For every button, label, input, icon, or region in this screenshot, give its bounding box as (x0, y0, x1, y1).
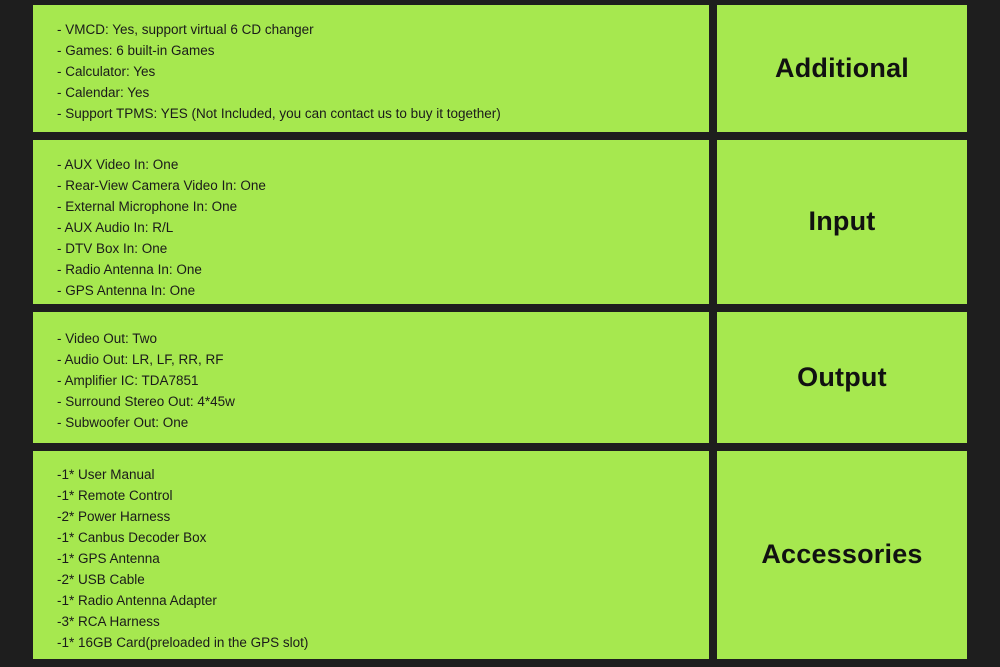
spec-label-output: Output (797, 361, 887, 392)
spec-line: -2* USB Cable (57, 572, 145, 587)
spec-row: - VMCD: Yes, support virtual 6 CD change… (33, 5, 967, 132)
spec-line: - Support TPMS: YES (Not Included, you c… (57, 106, 501, 121)
spec-line: - DTV Box In: One (57, 241, 168, 256)
spec-line: - Video Out: Two (57, 331, 158, 346)
spec-label-accessories: Accessories (761, 539, 923, 570)
spec-line: - Games: 6 built-in Games (57, 43, 215, 58)
spec-line: - Rear-View Camera Video In: One (57, 178, 266, 193)
spec-line: -2* Power Harness (57, 509, 171, 524)
spec-details-output: - Video Out: Two - Audio Out: LR, LF, RR… (33, 312, 709, 443)
spec-row: - Video Out: Two - Audio Out: LR, LF, RR… (33, 312, 967, 443)
spec-label-cell-input: Input (717, 140, 967, 304)
spec-line: - Audio Out: LR, LF, RR, RF (57, 352, 224, 367)
spec-line: - Calendar: Yes (57, 85, 150, 100)
spec-label-cell-additional: Additional (717, 5, 967, 132)
spec-line: -3* RCA Harness (57, 614, 160, 629)
spec-line: - Amplifier IC: TDA7851 (57, 373, 199, 388)
spec-line: - VMCD: Yes, support virtual 6 CD change… (57, 22, 314, 37)
spec-line: -1* Canbus Decoder Box (57, 530, 207, 545)
specification-table: - VMCD: Yes, support virtual 6 CD change… (33, 5, 967, 659)
spec-line: - Subwoofer Out: One (57, 415, 189, 430)
spec-line: -1* GPS Antenna (57, 551, 160, 566)
spec-row: -1* User Manual -1* Remote Control -2* P… (33, 451, 967, 659)
spec-line: -1* Radio Antenna Adapter (57, 593, 217, 608)
spec-details-input: - AUX Video In: One - Rear-View Camera V… (33, 140, 709, 304)
spec-line: - AUX Video In: One (57, 157, 179, 172)
spec-row: - AUX Video In: One - Rear-View Camera V… (33, 140, 967, 304)
spec-label-additional: Additional (775, 52, 909, 83)
spec-line: - Radio Antenna In: One (57, 262, 202, 277)
spec-line: -1* 16GB Card(preloaded in the GPS slot) (57, 635, 309, 650)
spec-label-cell-accessories: Accessories (717, 451, 967, 659)
spec-line: -1* User Manual (57, 467, 155, 482)
spec-line: - Surround Stereo Out: 4*45w (57, 394, 235, 409)
spec-line: - AUX Audio In: R/L (57, 220, 174, 235)
spec-line: - External Microphone In: One (57, 199, 238, 214)
spec-details-accessories: -1* User Manual -1* Remote Control -2* P… (33, 451, 709, 659)
spec-line: - GPS Antenna In: One (57, 283, 196, 298)
spec-label-cell-output: Output (717, 312, 967, 443)
spec-label-input: Input (808, 206, 876, 237)
spec-details-additional: - VMCD: Yes, support virtual 6 CD change… (33, 5, 709, 132)
spec-line: -1* Remote Control (57, 488, 173, 503)
spec-line: - Calculator: Yes (57, 64, 156, 79)
